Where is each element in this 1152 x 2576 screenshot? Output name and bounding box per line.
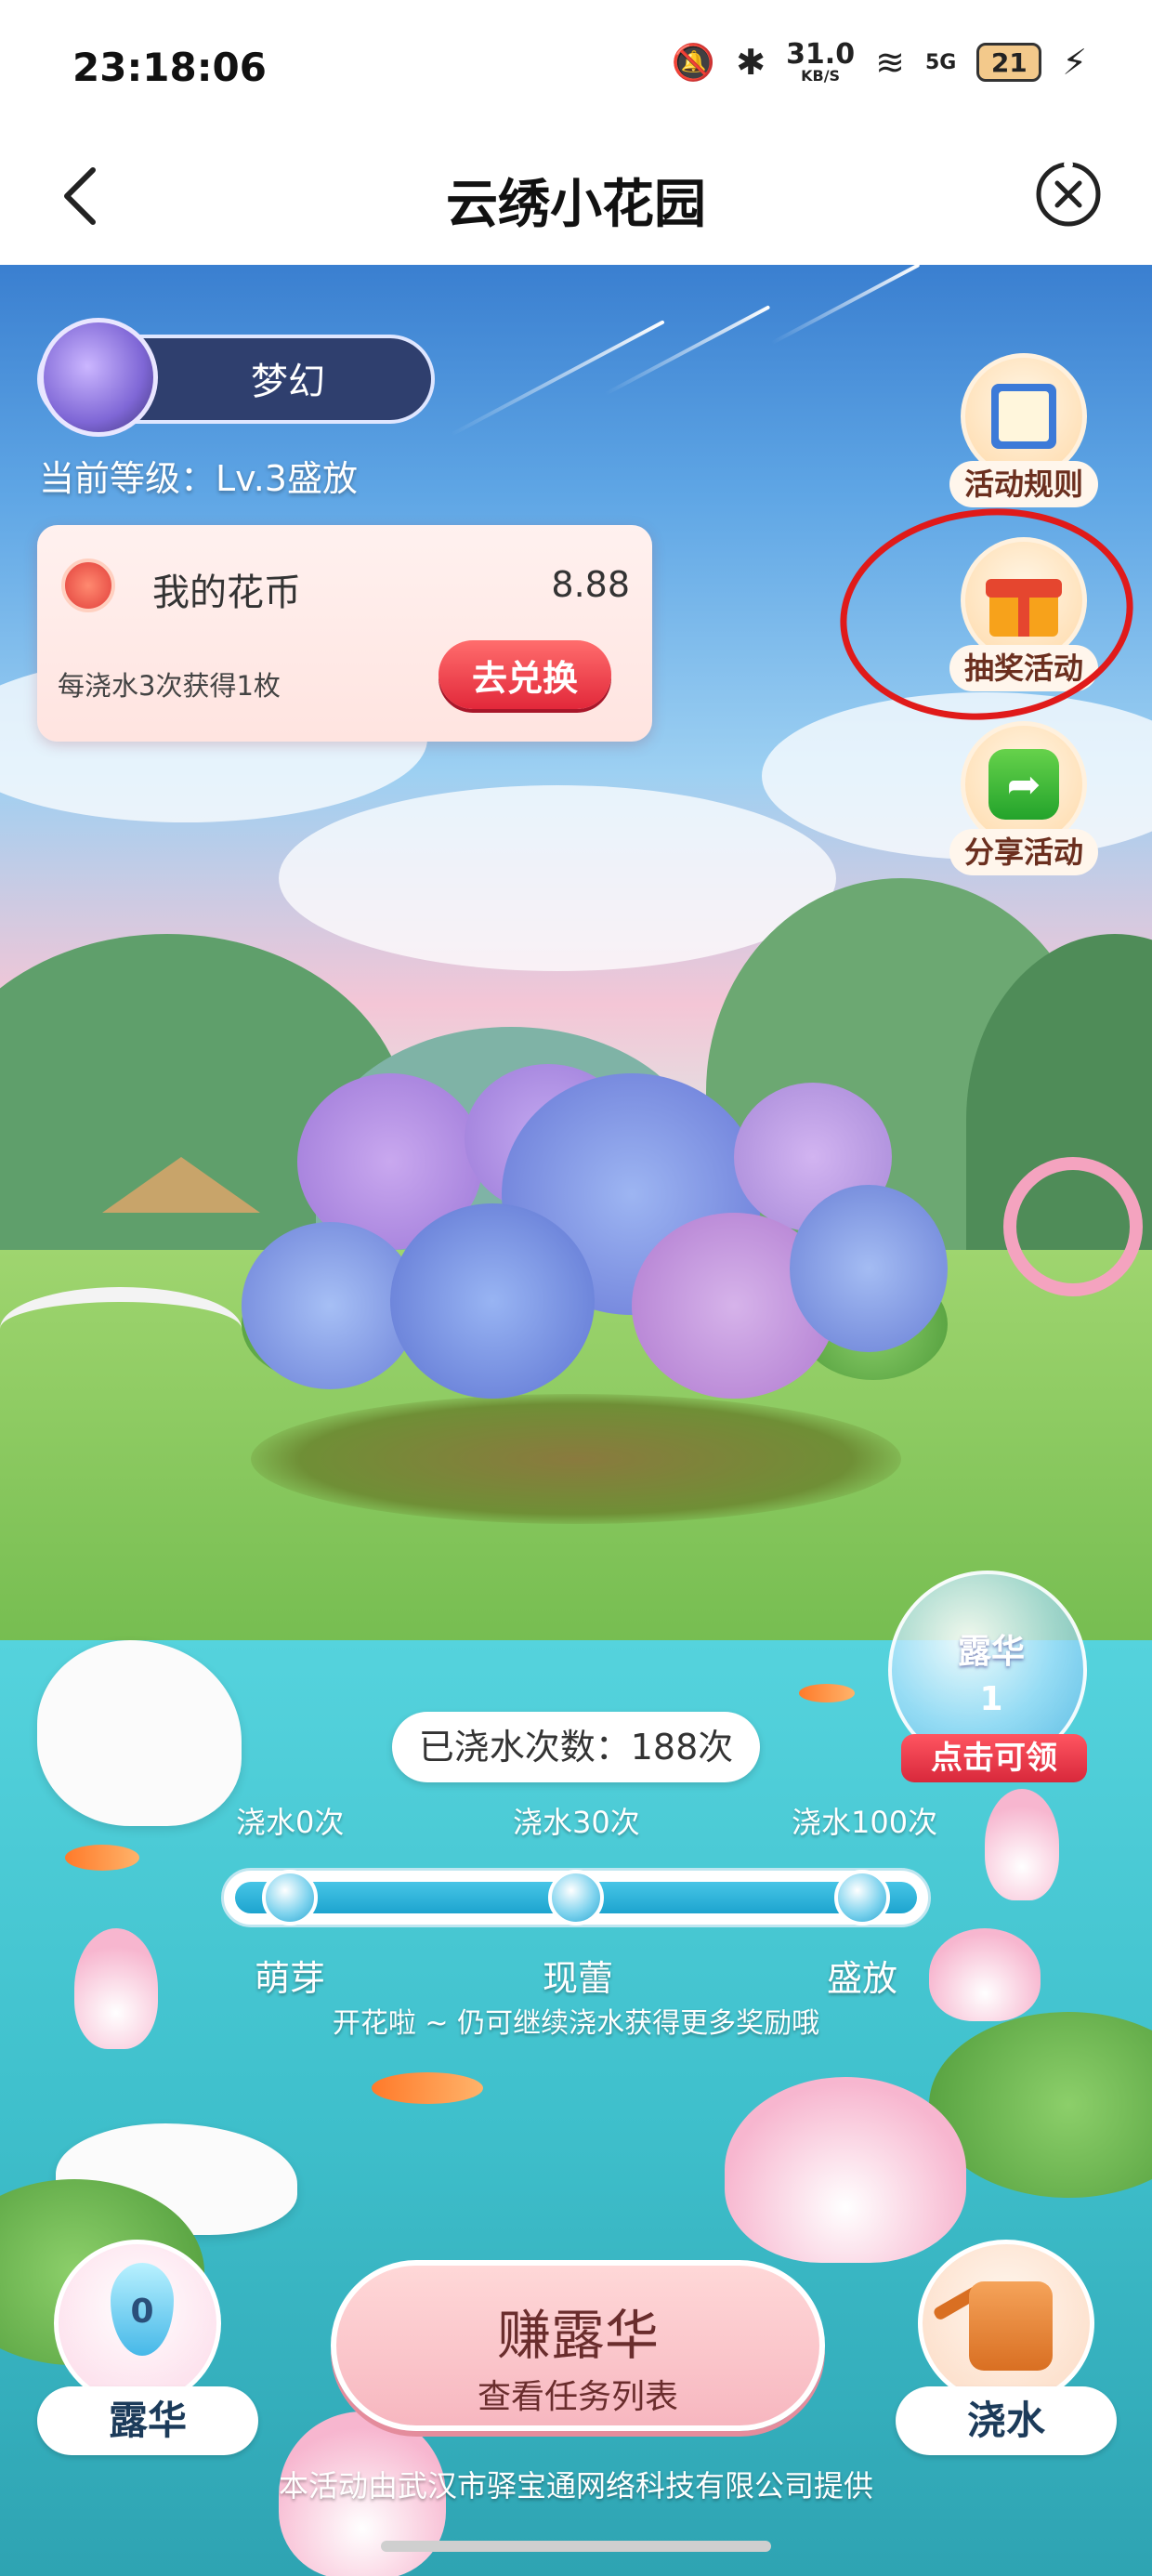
lotus-bud-decoration [985,1789,1059,1900]
heart-arch [1003,1157,1143,1296]
wifi-icon: ≋ [875,42,905,83]
milestone-requirement: 浇水30次 [513,1805,640,1840]
watering-count: 已浇水次数：188次 [392,1712,760,1782]
milestone-node [548,1870,604,1925]
milestone-node [834,1870,890,1925]
coin-hint: 每浇水3次获得1枚 [58,670,281,702]
milestone-requirement: 浇水100次 [792,1805,938,1840]
milestone-stage: 盛放 [827,1958,898,1999]
koi-fish-decoration [372,2072,483,2104]
koi-fish-decoration [799,1684,855,1702]
network-speed-unit: KB/S [801,67,841,85]
task-list-subtitle: 查看任务列表 [477,2378,678,2416]
milestone-stage: 现蕾 [543,1958,614,1999]
share-arrow-icon: ➦ [988,749,1059,820]
dew-bubble-count: 1 [979,1680,1003,1718]
flower-coin-icon [61,559,115,612]
hydrangea-bloom [390,1203,595,1399]
water-button[interactable]: 浇水 [896,2386,1117,2455]
status-icons: 🔕 ✱ 31.0 KB/S ≋ 5G 21 ⚡ [672,41,1087,84]
dew-label[interactable]: 露华 [37,2386,258,2455]
lotus-flower-decoration [725,2077,966,2263]
coin-card: 我的花币 8.88 每浇水3次获得1枚 去兑换 [37,525,652,742]
bridge [0,1287,242,1371]
coin-label: 我的花币 [152,572,301,614]
cloud-decoration [279,785,836,971]
bloom-hint: 开花啦 ~ 仍可继续浇水获得更多奖励哦 [332,2007,820,2040]
provider-note: 本活动由武汉市驿宝通网络科技有限公司提供 [278,2468,873,2504]
milestone-stage: 萌芽 [255,1958,326,1999]
milestone-node [262,1870,318,1925]
network-type: 5G [924,50,957,74]
status-bar: 23:18:06 🔕 ✱ 31.0 KB/S ≋ 5G 21 ⚡ [0,0,1152,135]
battery-level: 21 [990,46,1028,78]
charging-icon: ⚡ [1062,42,1087,83]
exchange-button[interactable]: 去兑换 [439,640,611,709]
dew-count: 0 [130,2293,154,2331]
flower-avatar [39,318,158,437]
network-speed: 31.0 KB/S [786,41,855,84]
close-icon [1036,160,1101,227]
battery-icon: 21 [976,43,1042,82]
level-name: 梦幻 [251,361,325,403]
share-label: 分享活动 [949,829,1098,875]
shooting-star-decoration [770,265,921,346]
watering-can-icon [969,2281,1053,2371]
share-button[interactable]: ➦ 分享活动 [949,721,1098,879]
close-button[interactable] [1033,159,1104,230]
earn-dew-button[interactable]: 赚露华 查看任务列表 [331,2260,825,2431]
activity-rules-button[interactable]: 活动规则 [949,353,1098,511]
dew-counter[interactable]: 0 [54,2240,221,2407]
milestone-requirement: 浇水0次 [236,1805,345,1840]
page-title: 云绣小花园 [446,175,706,235]
shooting-star-decoration [604,305,771,396]
earn-dew-title: 赚露华 [496,2304,659,2367]
status-time: 23:18:06 [72,45,267,90]
nav-bar: 云绣小花园 [0,135,1152,265]
network-speed-value: 31.0 [786,38,856,71]
mute-icon: 🔕 [671,41,716,83]
dew-bubble-label: 露华 [957,1633,1025,1671]
hydrangea-bloom [790,1185,948,1352]
coin-balance: 8.88 [551,564,630,605]
koi-fish-decoration [65,1845,139,1871]
bluetooth-icon: ✱ [736,42,766,83]
claim-dew-button[interactable]: 点击可领 [901,1734,1087,1782]
activity-rules-label: 活动规则 [949,461,1098,507]
bush-base [251,1394,901,1524]
watering-can[interactable] [918,2240,1094,2407]
home-indicator[interactable] [381,2541,771,2552]
book-icon [991,384,1056,449]
current-level: 当前等级：Lv.3盛放 [39,458,358,499]
